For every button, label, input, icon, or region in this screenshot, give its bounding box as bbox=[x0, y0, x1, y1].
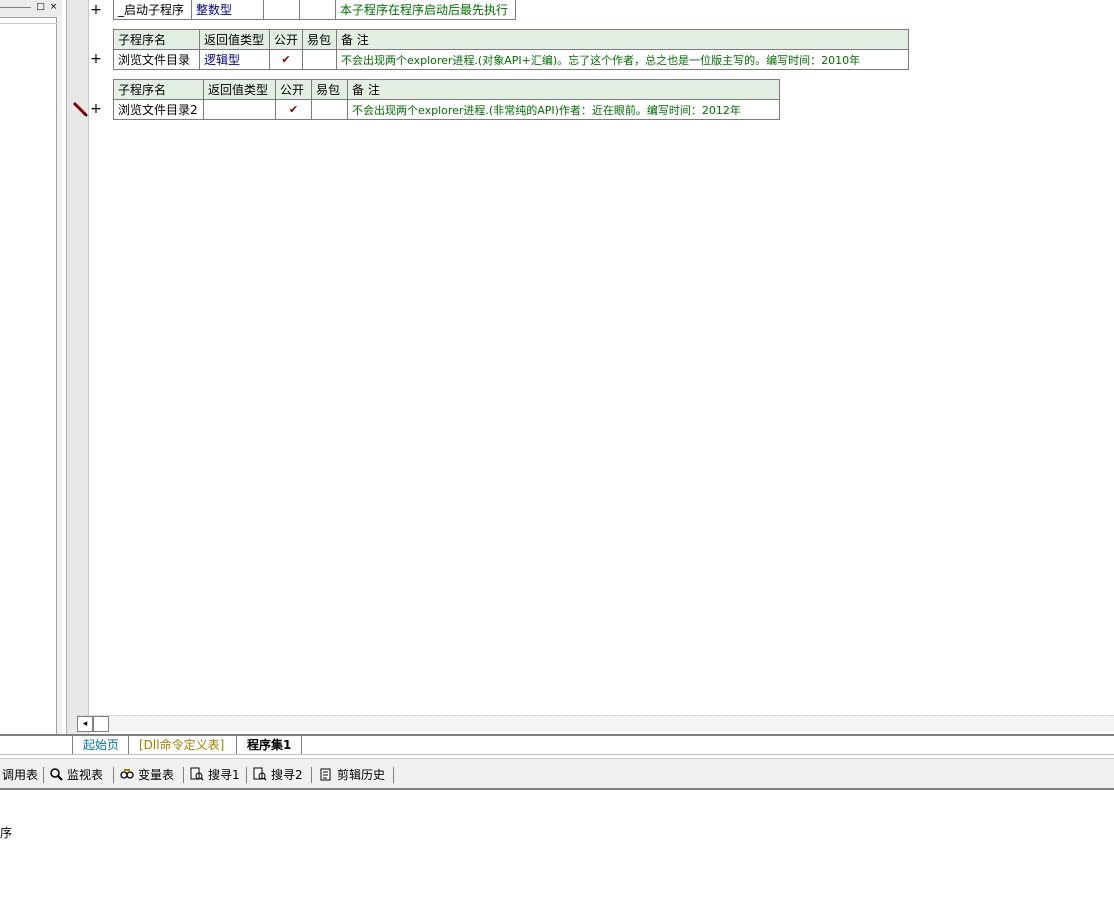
tab-dll-command-table[interactable]: [Dll命令定义表] bbox=[128, 736, 234, 754]
procedure-table-browse2: 子程序名 返回值类型 公开 易包 备 注 浏览文件目录2 ✔ 不会出现两个exp… bbox=[113, 79, 780, 120]
titlebar-grip bbox=[0, 7, 31, 8]
search1-button[interactable]: 搜寻1 bbox=[190, 766, 240, 784]
separator bbox=[113, 767, 114, 783]
property-panel bbox=[0, 17, 57, 734]
separator bbox=[43, 767, 44, 783]
header-easy-pack: 易包 bbox=[311, 79, 348, 100]
expand-icon[interactable]: + bbox=[90, 52, 102, 66]
header-name: 子程序名 bbox=[113, 79, 204, 100]
header-easy-pack: 易包 bbox=[302, 29, 338, 50]
output-text: 序 bbox=[0, 826, 13, 840]
header-return-type: 返回值类型 bbox=[203, 79, 276, 100]
search1-label: 搜寻1 bbox=[208, 768, 240, 782]
header-name: 子程序名 bbox=[113, 29, 200, 50]
tab-underline bbox=[0, 754, 1114, 755]
separator bbox=[311, 767, 312, 783]
clip-history-label: 剪辑历史 bbox=[337, 768, 386, 782]
public-check-icon[interactable]: ✔ bbox=[275, 99, 312, 120]
table-row: 浏览文件目录 逻辑型 ✔ 不会出现两个explorer进程.(对象API+汇编)… bbox=[113, 49, 910, 70]
watch-table-button[interactable]: 监视表 bbox=[49, 766, 103, 784]
variable-table-label: 变量表 bbox=[138, 768, 175, 782]
table-header: 子程序名 返回值类型 公开 易包 备 注 bbox=[113, 29, 910, 50]
left-panel-titlebar: □ × bbox=[0, 0, 62, 16]
call-table-button[interactable]: 调用表 bbox=[2, 766, 38, 784]
variables-icon bbox=[120, 769, 134, 779]
separator bbox=[246, 767, 247, 783]
output-toolbar: 调用表 监视表 变量表 搜寻1 搜寻2 剪辑历史 bbox=[0, 758, 1114, 790]
easy-pack-flag[interactable] bbox=[311, 99, 348, 120]
separator bbox=[183, 767, 184, 783]
output-pane: 序 bbox=[0, 792, 1114, 915]
procedure-table-browse: 子程序名 返回值类型 公开 易包 备 注 浏览文件目录 逻辑型 ✔ 不会出现两个… bbox=[113, 29, 910, 70]
scroll-thumb[interactable] bbox=[93, 716, 109, 732]
public-check-icon[interactable]: ✔ bbox=[268, 49, 304, 70]
divider bbox=[0, 23, 57, 24]
easy-pack-flag[interactable] bbox=[302, 49, 338, 70]
header-return-type: 返回值类型 bbox=[199, 29, 270, 50]
watch-table-label: 监视表 bbox=[67, 768, 104, 782]
tab-program-set[interactable]: 程序集1 bbox=[236, 736, 303, 754]
magnifier-icon bbox=[50, 768, 63, 781]
expand-icon[interactable]: + bbox=[90, 3, 102, 17]
search-doc-icon bbox=[190, 767, 204, 781]
call-table-label: 调用表 bbox=[2, 768, 39, 782]
code-editor[interactable]: + + + _启动子程序 整数型 本子程序在程序启动后最先执行 子程序名 返回值… bbox=[66, 0, 1114, 734]
procedure-table-startup: _启动子程序 整数型 本子程序在程序启动后最先执行 bbox=[113, 0, 516, 20]
table-header: 子程序名 返回值类型 公开 易包 备 注 bbox=[113, 79, 780, 100]
procedure-comment[interactable]: 不会出现两个explorer进程.(非常纯的API)作者：近在眼前。编写时间：2… bbox=[347, 99, 780, 120]
search2-button[interactable]: 搜寻2 bbox=[253, 766, 303, 784]
header-comment: 备 注 bbox=[347, 79, 780, 100]
table-row: 浏览文件目录2 ✔ 不会出现两个explorer进程.(非常纯的API)作者：近… bbox=[113, 99, 780, 120]
header-comment: 备 注 bbox=[336, 29, 910, 50]
document-tabs: 起始页 [Dll命令定义表] 程序集1 bbox=[0, 734, 1114, 755]
procedure-name[interactable]: 浏览文件目录2 bbox=[113, 99, 204, 120]
variable-table-button[interactable]: 变量表 bbox=[120, 766, 174, 784]
tab-start-page[interactable]: 起始页 bbox=[72, 736, 129, 754]
close-icon[interactable]: × bbox=[48, 2, 59, 13]
search-doc-icon bbox=[253, 767, 267, 781]
public-flag[interactable] bbox=[263, 0, 300, 20]
easy-pack-flag[interactable] bbox=[299, 0, 336, 20]
return-type[interactable] bbox=[203, 99, 276, 120]
procedure-comment[interactable]: 本子程序在程序启动后最先执行 bbox=[335, 0, 516, 20]
search2-label: 搜寻2 bbox=[271, 768, 303, 782]
return-type[interactable]: 逻辑型 bbox=[199, 49, 270, 70]
editor-gutter bbox=[66, 0, 89, 734]
horizontal-scrollbar[interactable]: ◂ bbox=[77, 715, 1114, 732]
header-public: 公开 bbox=[268, 29, 304, 50]
left-panel: □ × bbox=[0, 0, 62, 734]
return-type[interactable]: 整数型 bbox=[191, 0, 264, 20]
separator bbox=[393, 767, 394, 783]
table-row: _启动子程序 整数型 本子程序在程序启动后最先执行 bbox=[113, 0, 516, 20]
procedure-comment[interactable]: 不会出现两个explorer进程.(对象API+汇编)。忘了这个作者，总之也是一… bbox=[336, 49, 910, 70]
clipboard-icon bbox=[320, 768, 331, 781]
restore-icon[interactable]: □ bbox=[35, 2, 46, 13]
expand-icon[interactable]: + bbox=[90, 102, 102, 116]
clip-history-button[interactable]: 剪辑历史 bbox=[319, 766, 385, 784]
edit-pen-icon bbox=[72, 101, 88, 117]
procedure-name[interactable]: _启动子程序 bbox=[113, 0, 192, 20]
procedure-name[interactable]: 浏览文件目录 bbox=[113, 49, 200, 70]
scroll-left-icon[interactable]: ◂ bbox=[77, 716, 93, 732]
header-public: 公开 bbox=[275, 79, 312, 100]
